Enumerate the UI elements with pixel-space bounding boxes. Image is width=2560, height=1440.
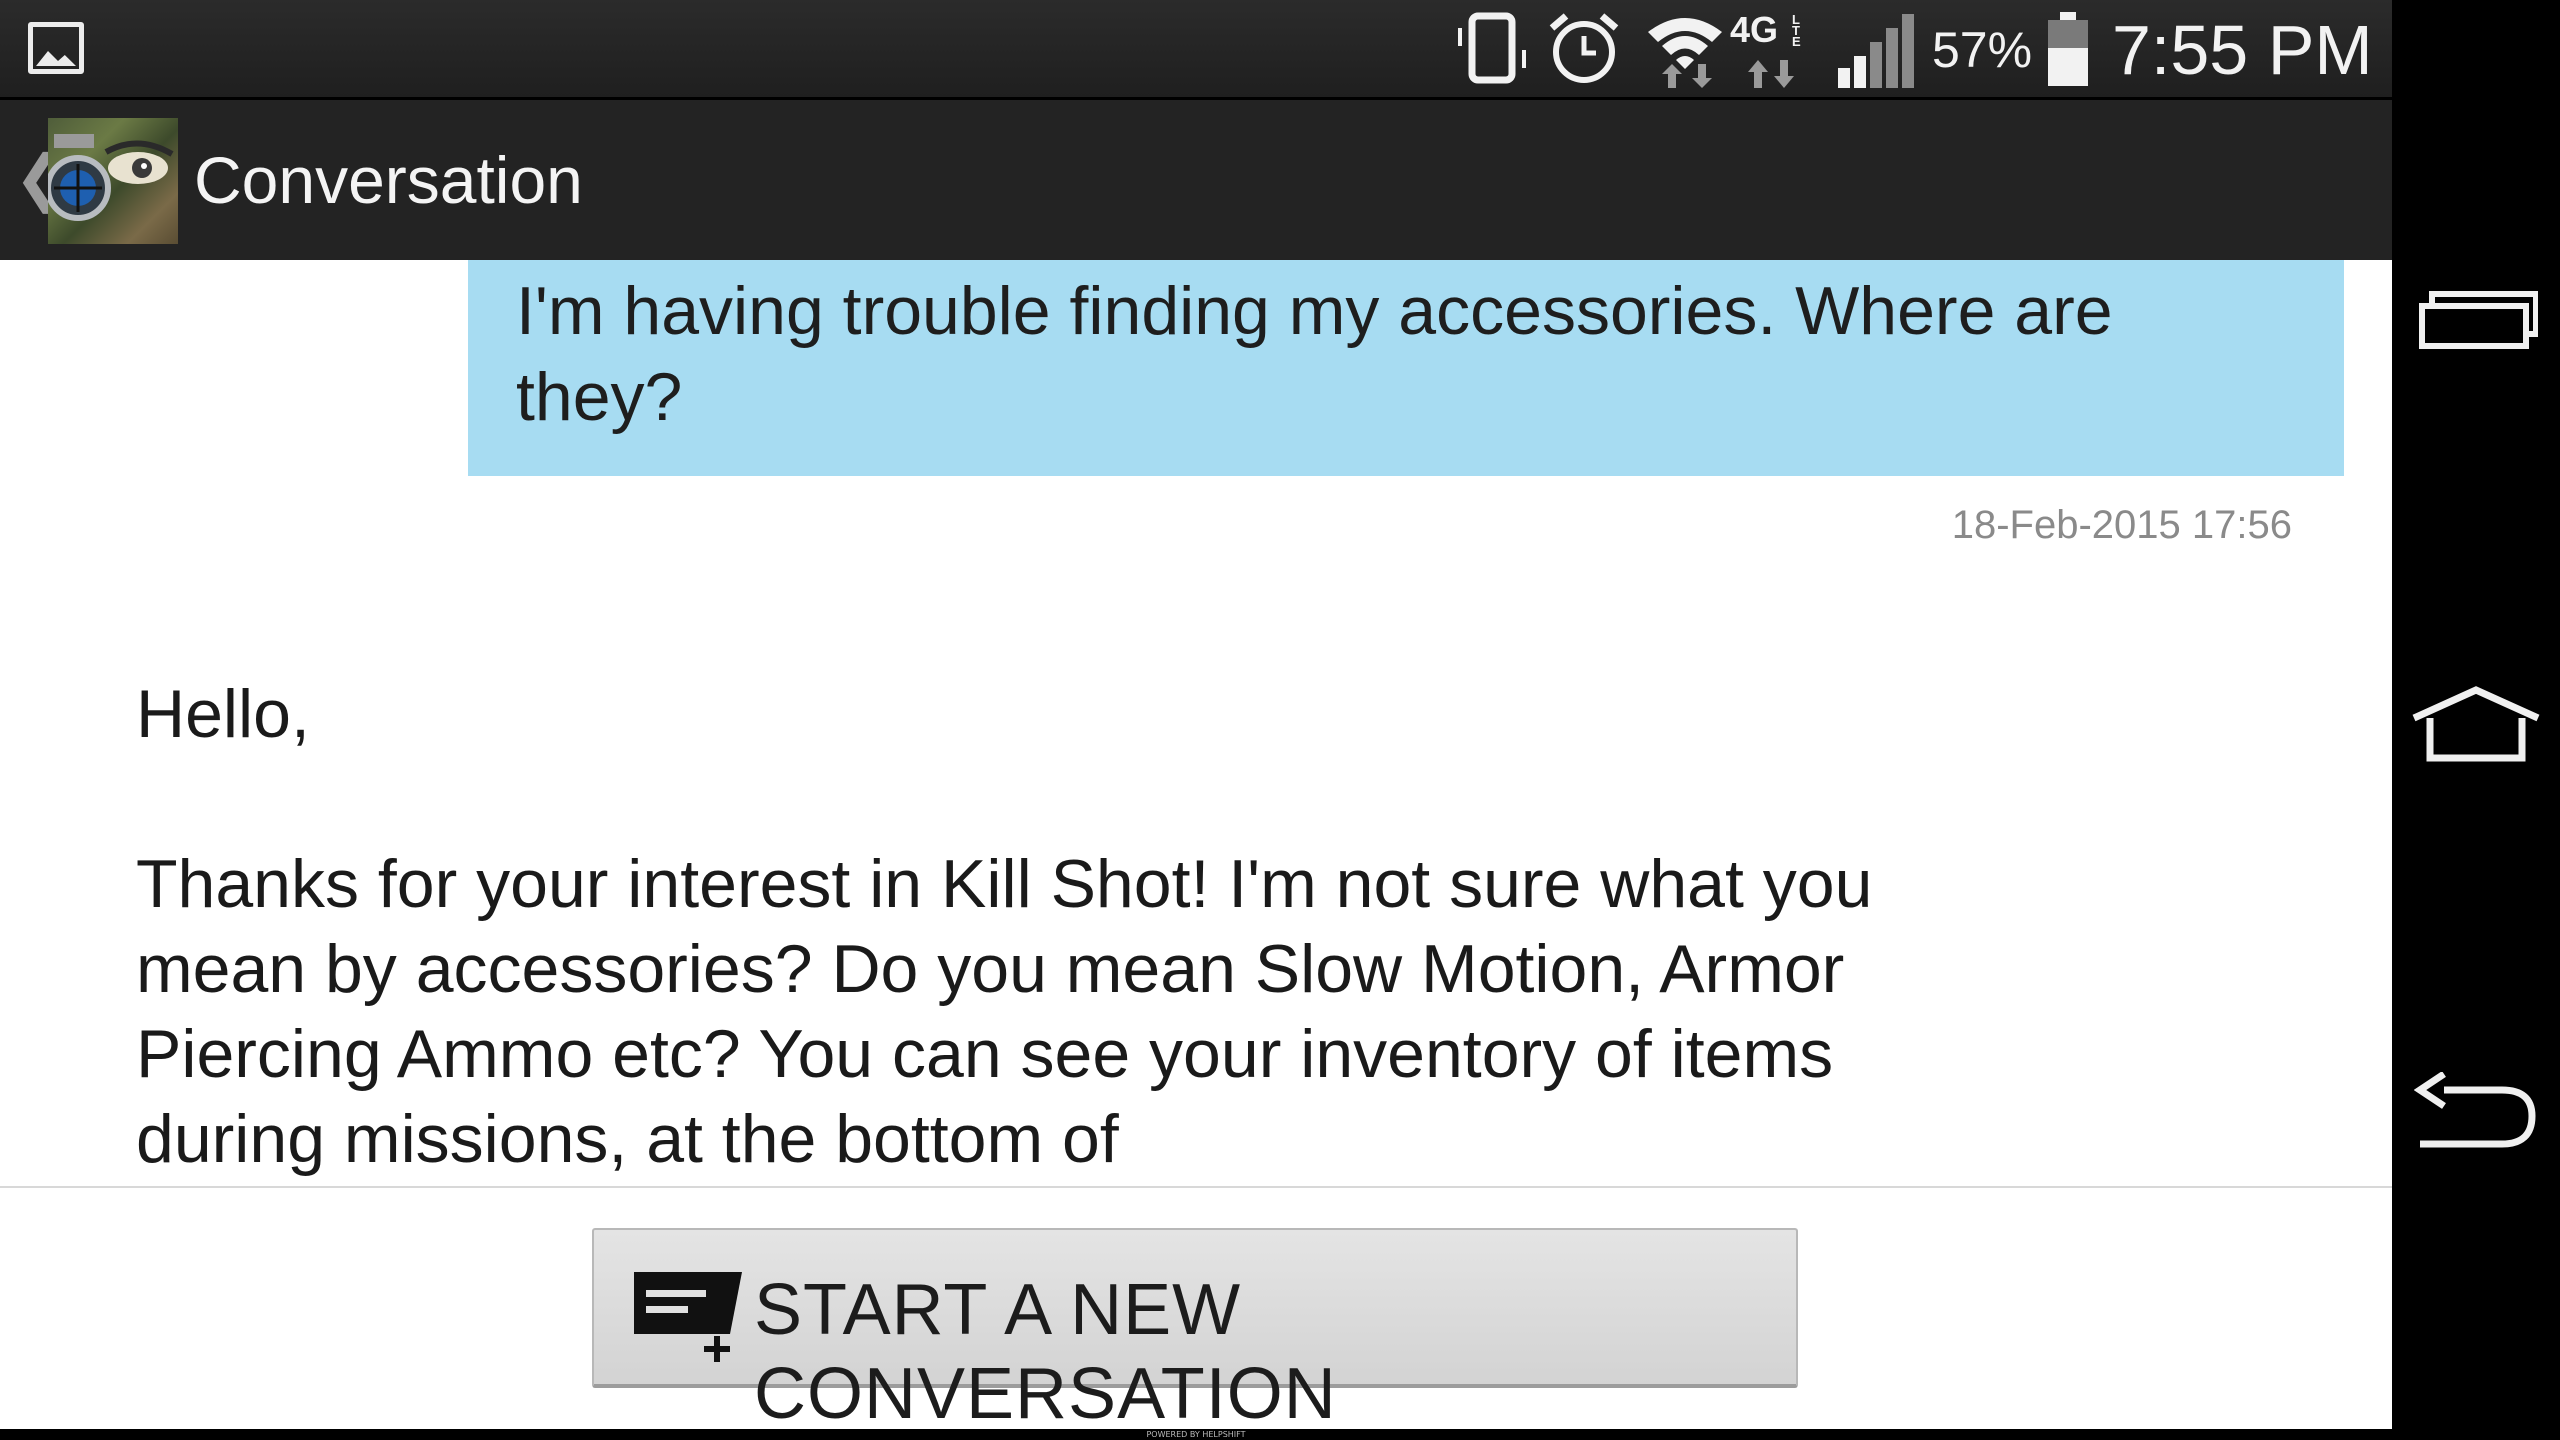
recent-apps-button[interactable] — [2392, 230, 2560, 430]
vibrate-icon — [1458, 12, 1526, 84]
agent-message-body: Thanks for your interest in Kill Shot! I… — [136, 846, 1873, 1177]
alarm-icon — [1549, 13, 1619, 83]
new-conversation-icon — [634, 1272, 742, 1362]
phone-screen: 4G L T E 57% 7:55 PM ❮ Conversation I'm … — [0, 0, 2560, 1440]
app-avatar[interactable] — [48, 118, 178, 244]
start-new-conversation-button[interactable]: START A NEW CONVERSATION — [592, 1228, 1798, 1434]
battery-icon — [2048, 12, 2088, 86]
recent-apps-icon — [2419, 291, 2538, 349]
battery-percentage: 57% — [1932, 22, 2033, 78]
powered-by-label: POWERED BY HELPSHIFT — [0, 1429, 2392, 1440]
svg-text:4G: 4G — [1730, 10, 1778, 50]
agent-message: Hello, Thanks for your interest in Kill … — [136, 672, 1916, 1182]
home-icon — [2412, 686, 2540, 762]
user-bubble-tail — [2300, 436, 2344, 476]
svg-text:E: E — [1792, 34, 1801, 49]
action-bar: ❮ Conversation — [0, 98, 2392, 260]
status-clock: 7:55 PM — [2112, 11, 2373, 89]
back-button[interactable] — [2392, 1010, 2560, 1210]
back-icon — [2414, 1072, 2536, 1148]
status-bar: 4G L T E 57% 7:55 PM — [0, 0, 2392, 97]
navigation-bar — [2392, 0, 2560, 1440]
home-button[interactable] — [2392, 620, 2560, 820]
agent-greeting: Hello, — [136, 676, 310, 752]
conversation-thread[interactable]: I'm having trouble finding my accessorie… — [0, 260, 2392, 1186]
start-new-conversation-label: START A NEW CONVERSATION — [754, 1270, 1337, 1434]
message-timestamp: 18-Feb-2015 17:56 — [1951, 503, 2292, 547]
lte-icon: 4G L T E — [1730, 10, 1801, 88]
signal-icon — [1838, 14, 1914, 88]
footer: START A NEW CONVERSATION — [0, 1186, 2392, 1434]
user-message-text: I'm having trouble finding my accessorie… — [516, 273, 2113, 435]
wifi-icon — [1648, 18, 1722, 88]
page-title: Conversation — [194, 143, 583, 217]
gallery-icon — [28, 22, 84, 74]
